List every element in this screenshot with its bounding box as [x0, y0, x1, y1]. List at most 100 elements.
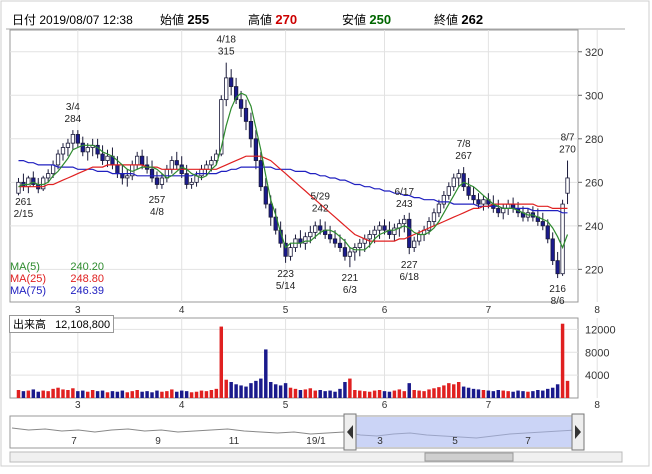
candle-body	[105, 155, 110, 161]
candle-body	[501, 208, 506, 214]
volume-bar	[204, 391, 209, 398]
header-close: 終値 262	[434, 11, 483, 28]
volume-bar	[199, 390, 204, 398]
volume-bar	[526, 391, 530, 398]
volume-bar	[486, 390, 491, 398]
volume-bar	[298, 390, 303, 398]
volume-bar	[259, 378, 263, 398]
volume-bar	[481, 390, 486, 398]
volume-bar	[115, 391, 120, 398]
candle-body	[268, 203, 273, 218]
annotation-value: 223	[277, 269, 294, 280]
horizontal-scrollbar	[9, 451, 623, 463]
annotation-date: 6/18	[400, 272, 420, 283]
candle-body	[70, 134, 76, 144]
volume-bar	[511, 391, 515, 398]
volume-bar	[407, 383, 411, 398]
candle-body	[308, 231, 313, 238]
candle-body	[238, 99, 244, 109]
candle-body	[100, 153, 105, 161]
ma25-value: 248.80	[70, 273, 104, 285]
price-tick-label: 280	[585, 134, 603, 146]
volume-bar	[491, 391, 496, 398]
ma-legend: MA(5) 240.20 MA(25) 248.80 MA(75) 246.39	[10, 261, 104, 297]
month-tick-label: 5	[283, 305, 289, 316]
ma5-legend: MA(5) 240.20	[10, 261, 104, 273]
close-label: 終値	[434, 13, 459, 27]
annotation-value: 242	[312, 203, 329, 214]
volume-bar	[273, 384, 278, 398]
volume-bar	[90, 390, 95, 398]
month-tick-label-volume: 8	[594, 400, 600, 411]
volume-bar	[21, 391, 26, 398]
candle-body	[347, 251, 353, 257]
candle-body	[135, 155, 140, 166]
candle-body	[263, 186, 268, 205]
price-tick-label: 320	[585, 47, 603, 59]
candle-body	[377, 225, 382, 231]
volume-bar	[56, 387, 60, 398]
ma5-value: 240.20	[70, 261, 104, 273]
volume-bar	[521, 391, 525, 398]
candle-body	[159, 177, 165, 185]
volume-bar	[31, 389, 36, 398]
overview-tick-label: 7	[525, 436, 531, 447]
volume-bar	[264, 349, 268, 398]
candle-body	[174, 160, 179, 166]
volume-bar	[358, 390, 362, 398]
price-tick-label: 220	[585, 264, 603, 276]
volume-bar	[81, 390, 85, 398]
annotation-value: 284	[65, 114, 82, 125]
ma75-legend: MA(75) 246.39	[10, 285, 104, 297]
annotation-value: 227	[401, 260, 418, 271]
volume-bar	[293, 388, 298, 398]
overview-tick-label: 5	[452, 436, 458, 447]
candle-body	[407, 218, 412, 248]
volume-bar	[229, 382, 233, 398]
scrollbar-thumb[interactable]	[424, 452, 514, 462]
candle-body	[332, 238, 338, 244]
volume-tick-label: 12000	[585, 324, 616, 336]
high-value: 270	[275, 12, 298, 27]
volume-legend: 出来高 12,108,800	[9, 315, 115, 333]
volume-bar	[531, 391, 535, 398]
candle-body	[555, 260, 560, 275]
candle-body	[451, 177, 456, 188]
volume-bar	[466, 387, 471, 398]
volume-bar	[456, 382, 461, 398]
candle-body	[436, 203, 442, 214]
candle-body	[50, 164, 56, 175]
month-tick-label: 4	[179, 305, 185, 316]
volume-bar	[442, 385, 446, 398]
volume-bar	[145, 391, 149, 398]
candle-body	[16, 181, 21, 194]
candle-body	[392, 227, 397, 235]
candle-body	[224, 77, 229, 101]
annotation-value: 221	[342, 273, 359, 284]
overview-tick-label: 3	[377, 436, 383, 447]
header-datetime: 日付 2019/08/07 12:38	[12, 11, 133, 28]
candle-body	[461, 173, 466, 188]
volume-bar	[179, 390, 184, 398]
annotation-value: 243	[396, 199, 413, 210]
candle-body	[209, 160, 214, 166]
volume-bar	[447, 383, 451, 398]
volume-bar	[110, 391, 115, 398]
candle-body	[149, 168, 155, 179]
candle-body	[154, 177, 160, 185]
candle-body	[115, 164, 120, 175]
candle-body	[85, 147, 90, 153]
volume-bar	[392, 390, 397, 398]
candle-body	[229, 77, 234, 87]
annotation-date: 4/8	[150, 207, 164, 218]
ma25-legend: MA(25) 248.80	[10, 273, 104, 285]
volume-bar	[249, 383, 253, 398]
volume-bar	[377, 390, 382, 398]
annotation-date: 4/18	[216, 35, 236, 46]
header-open: 始値 255	[160, 11, 209, 28]
annotation-date: 6/3	[343, 285, 357, 296]
header-high: 高値 270	[248, 11, 297, 28]
volume-bar	[303, 389, 308, 398]
ma5-label: MA(5)	[10, 261, 40, 273]
price-tick-label: 260	[585, 177, 603, 189]
